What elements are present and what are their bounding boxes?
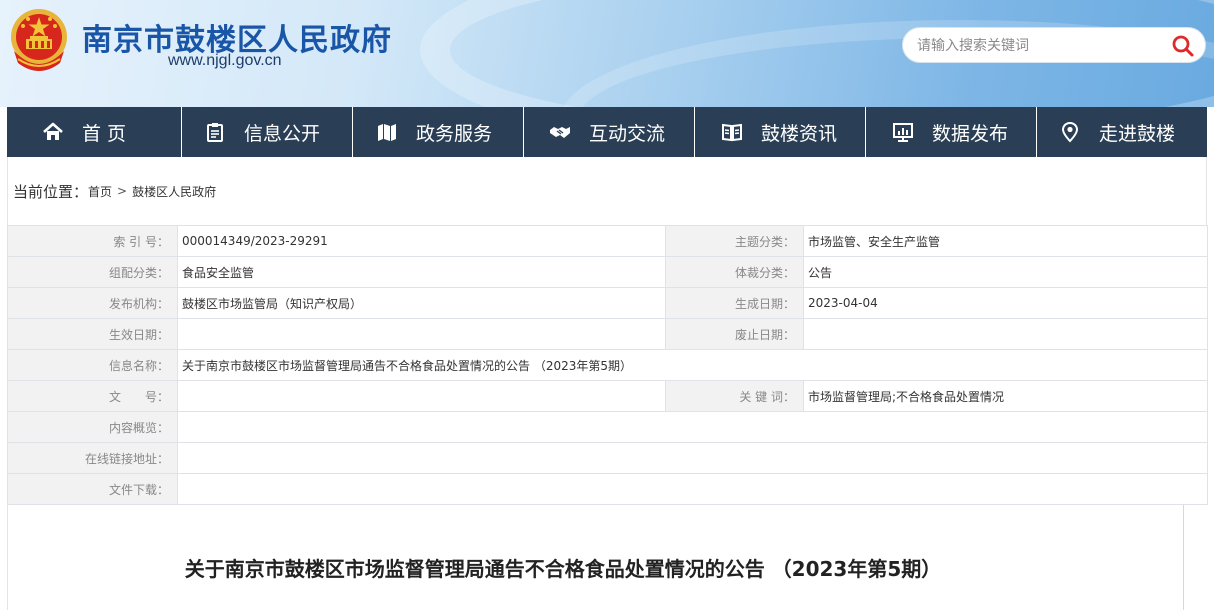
table-row: 信息名称： 关于南京市鼓楼区市场监督管理局通告不合格食品处置情况的公告 （202… [7, 349, 1208, 381]
main-nav: 首 页 信息公开 政务服务 互动交流 鼓楼资讯 数据发布 走进鼓楼 [7, 107, 1207, 157]
breadcrumb-separator: > [117, 184, 128, 198]
keywords-label: 关 键 词： [665, 380, 804, 412]
table-row: 内容概览： [7, 411, 1208, 443]
effective-date-value [177, 318, 666, 350]
created-date-label: 生成日期： [665, 287, 804, 319]
table-row: 文 号： 关 键 词： 市场监督管理局;不合格食品处置情况 [7, 380, 1208, 412]
abolished-date-label: 废止日期： [665, 318, 804, 350]
index-label: 索 引 号： [7, 225, 178, 257]
group-label: 组配分类： [7, 256, 178, 288]
online-link-label: 在线链接地址： [7, 442, 178, 474]
document-number-value [177, 380, 666, 412]
map-icon [378, 124, 396, 141]
article-title: 关于南京市鼓楼区市场监督管理局通告不合格食品处置情况的公告 （2023年第5期） [184, 557, 942, 581]
site-url[interactable]: www.njgl.gov.cn [168, 52, 282, 70]
info-table: 索 引 号： 000014349/2023-29291 主题分类： 市场监管、安… [7, 225, 1208, 505]
info-name-label: 信息名称： [7, 349, 178, 381]
search-box [902, 27, 1206, 63]
nav-label: 走进鼓楼 [1099, 122, 1176, 145]
abolished-date-value [803, 318, 1208, 350]
genre-value: 公告 [803, 256, 1208, 288]
online-link-value[interactable] [177, 442, 1208, 474]
nav-label: 政务服务 [416, 122, 493, 145]
nav-item-government-services[interactable]: 政务服务 [352, 107, 523, 157]
effective-date-label: 生效日期： [7, 318, 178, 350]
nav-item-data-release[interactable]: 数据发布 [865, 107, 1036, 157]
genre-label: 体裁分类： [665, 256, 804, 288]
table-row: 生效日期： 废止日期： [7, 318, 1208, 350]
nav-item-home[interactable]: 首 页 [7, 107, 181, 157]
nav-item-gulou-news[interactable]: 鼓楼资讯 [694, 107, 865, 157]
site-header: 南京市鼓楼区人民政府 www.njgl.gov.cn [0, 0, 1214, 107]
nav-item-info-disclosure[interactable]: 信息公开 [181, 107, 352, 157]
home-icon [43, 122, 63, 140]
breadcrumb-link-district-government[interactable]: 鼓楼区人民政府 [132, 183, 216, 200]
document-number-label: 文 号： [7, 380, 178, 412]
group-value: 食品安全监管 [177, 256, 666, 288]
monitor-chart-icon [893, 123, 913, 142]
nav-label: 首 页 [82, 122, 127, 145]
summary-value [177, 411, 1208, 443]
index-value: 000014349/2023-29291 [177, 225, 666, 257]
topic-label: 主题分类： [665, 225, 804, 257]
handshake-icon [550, 127, 570, 138]
breadcrumb: 当前位置： 首页 > 鼓楼区人民政府 [7, 157, 1207, 225]
table-row: 文件下载： [7, 473, 1208, 505]
file-download-value[interactable] [177, 473, 1208, 505]
table-row: 索 引 号： 000014349/2023-29291 主题分类： 市场监管、安… [7, 225, 1208, 257]
summary-label: 内容概览： [7, 411, 178, 443]
nav-item-visit-gulou[interactable]: 走进鼓楼 [1036, 107, 1207, 157]
table-row: 发布机构： 鼓楼区市场监管局（知识产权局） 生成日期： 2023-04-04 [7, 287, 1208, 319]
location-pin-icon [1061, 121, 1079, 143]
created-date-value: 2023-04-04 [803, 287, 1208, 319]
search-icon[interactable] [1171, 34, 1195, 58]
nav-label: 数据发布 [932, 122, 1009, 145]
topic-value: 市场监管、安全生产监管 [803, 225, 1208, 257]
publisher-label: 发布机构： [7, 287, 178, 319]
table-row: 组配分类： 食品安全监管 体裁分类： 公告 [7, 256, 1208, 288]
table-row: 在线链接地址： [7, 442, 1208, 474]
file-download-label: 文件下载： [7, 473, 178, 505]
nav-item-interaction[interactable]: 互动交流 [523, 107, 694, 157]
nav-label: 互动交流 [589, 122, 666, 145]
book-icon [722, 123, 742, 142]
nav-label: 信息公开 [244, 122, 321, 145]
publisher-value: 鼓楼区市场监管局（知识产权局） [177, 287, 666, 319]
nav-label: 鼓楼资讯 [761, 122, 838, 145]
info-name-value: 关于南京市鼓楼区市场监督管理局通告不合格食品处置情况的公告 （2023年第5期） [177, 349, 1208, 381]
search-input[interactable] [917, 34, 1157, 58]
article-body: 关于南京市鼓楼区市场监督管理局通告不合格食品处置情况的公告 （2023年第5期） [7, 505, 1184, 610]
breadcrumb-label: 当前位置： [13, 182, 89, 201]
breadcrumb-link-home[interactable]: 首页 [88, 183, 112, 200]
keywords-value: 市场监督管理局;不合格食品处置情况 [803, 380, 1208, 412]
national-emblem-icon [11, 9, 67, 71]
clipboard-icon [207, 123, 223, 142]
